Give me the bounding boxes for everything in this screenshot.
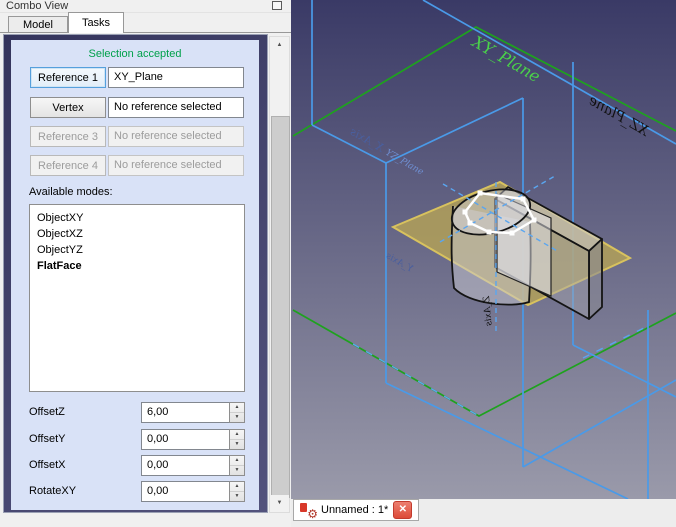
- spin-up-icon[interactable]: ▲: [230, 482, 244, 492]
- document-tab[interactable]: ⚙ Unnamed : 1* ✕: [293, 499, 420, 521]
- tab-tasks[interactable]: Tasks: [68, 12, 124, 33]
- rotatexy-label: RotateXY: [29, 485, 77, 497]
- panel-title: Combo View: [6, 0, 69, 12]
- mode-item-objectxy[interactable]: ObjectXY: [30, 210, 244, 226]
- offsetx-spinner[interactable]: ▲ ▼: [229, 455, 245, 476]
- mode-item-objectxz[interactable]: ObjectXZ: [30, 226, 244, 242]
- task-dialog-frame: Selection accepted Reference 1 XY_Plane …: [3, 34, 268, 513]
- offsety-spinner[interactable]: ▲ ▼: [229, 429, 245, 450]
- offsety-field[interactable]: 0,00: [141, 429, 229, 450]
- mode-item-objectyz[interactable]: ObjectYZ: [30, 242, 244, 258]
- panel-title-bar: Combo View: [0, 0, 291, 13]
- freecad-gear-icon: ⚙: [307, 507, 318, 521]
- spin-up-icon[interactable]: ▲: [230, 430, 244, 440]
- rotatexy-field[interactable]: 0,00: [141, 481, 229, 502]
- reference-1-button[interactable]: Reference 1: [30, 67, 106, 88]
- reference-4-button: Reference 4: [30, 155, 106, 176]
- freecad-document-icon: ⚙: [300, 502, 318, 521]
- spin-up-icon[interactable]: ▲: [230, 403, 244, 413]
- offsety-label: OffsetY: [29, 433, 66, 445]
- available-modes-label: Available modes:: [29, 186, 113, 198]
- 3d-viewport[interactable]: XY_Plane XZ_Plane YZ_Plane X_Axis Y_Axis…: [291, 0, 676, 499]
- reference-2-field[interactable]: No reference selected: [108, 97, 244, 118]
- spin-down-icon[interactable]: ▼: [230, 440, 244, 449]
- attachment-task-box: Selection accepted Reference 1 XY_Plane …: [11, 40, 259, 510]
- spin-down-icon[interactable]: ▼: [230, 413, 244, 422]
- freecad-window: Combo View Model Tasks Selection accepte…: [0, 0, 676, 527]
- offsetx-field[interactable]: 0,00: [141, 455, 229, 476]
- rotatexy-spinner[interactable]: ▲ ▼: [229, 481, 245, 502]
- reference-3-button: Reference 3: [30, 126, 106, 147]
- offsetz-spinner[interactable]: ▲ ▼: [229, 402, 245, 423]
- scroll-down-icon[interactable]: ▼: [270, 495, 289, 512]
- mode-item-flatface[interactable]: FlatFace: [30, 258, 244, 274]
- freecad-flag-icon: [300, 503, 307, 512]
- status-message: Selection accepted: [88, 48, 182, 60]
- mdi-tab-bar: ⚙ Unnamed : 1* ✕: [291, 499, 676, 527]
- offsetx-label: OffsetX: [29, 459, 66, 471]
- spin-up-icon[interactable]: ▲: [230, 456, 244, 466]
- combo-view-panel: Combo View Model Tasks Selection accepte…: [0, 0, 291, 527]
- reference-1-field[interactable]: XY_Plane: [108, 67, 244, 88]
- float-panel-icon[interactable]: [272, 1, 282, 10]
- document-close-button[interactable]: ✕: [393, 501, 413, 519]
- offsetz-field[interactable]: 6,00: [141, 402, 229, 423]
- scroll-up-icon[interactable]: ▲: [270, 37, 289, 54]
- document-tab-label: Unnamed : 1*: [321, 504, 389, 516]
- reference-3-field: No reference selected: [108, 126, 244, 147]
- tasks-scrollbar[interactable]: ▲ ▼: [269, 36, 290, 513]
- tasks-pane: Selection accepted Reference 1 XY_Plane …: [0, 32, 291, 514]
- spin-down-icon[interactable]: ▼: [230, 492, 244, 501]
- vertex-button[interactable]: Vertex: [30, 97, 106, 118]
- reference-4-field: No reference selected: [108, 155, 244, 176]
- tab-model[interactable]: Model: [8, 16, 68, 33]
- attachment-modes-list[interactable]: ObjectXY ObjectXZ ObjectYZ FlatFace: [29, 204, 245, 392]
- spin-down-icon[interactable]: ▼: [230, 466, 244, 475]
- scrollbar-thumb[interactable]: [271, 116, 290, 498]
- offsetz-label: OffsetZ: [29, 406, 65, 418]
